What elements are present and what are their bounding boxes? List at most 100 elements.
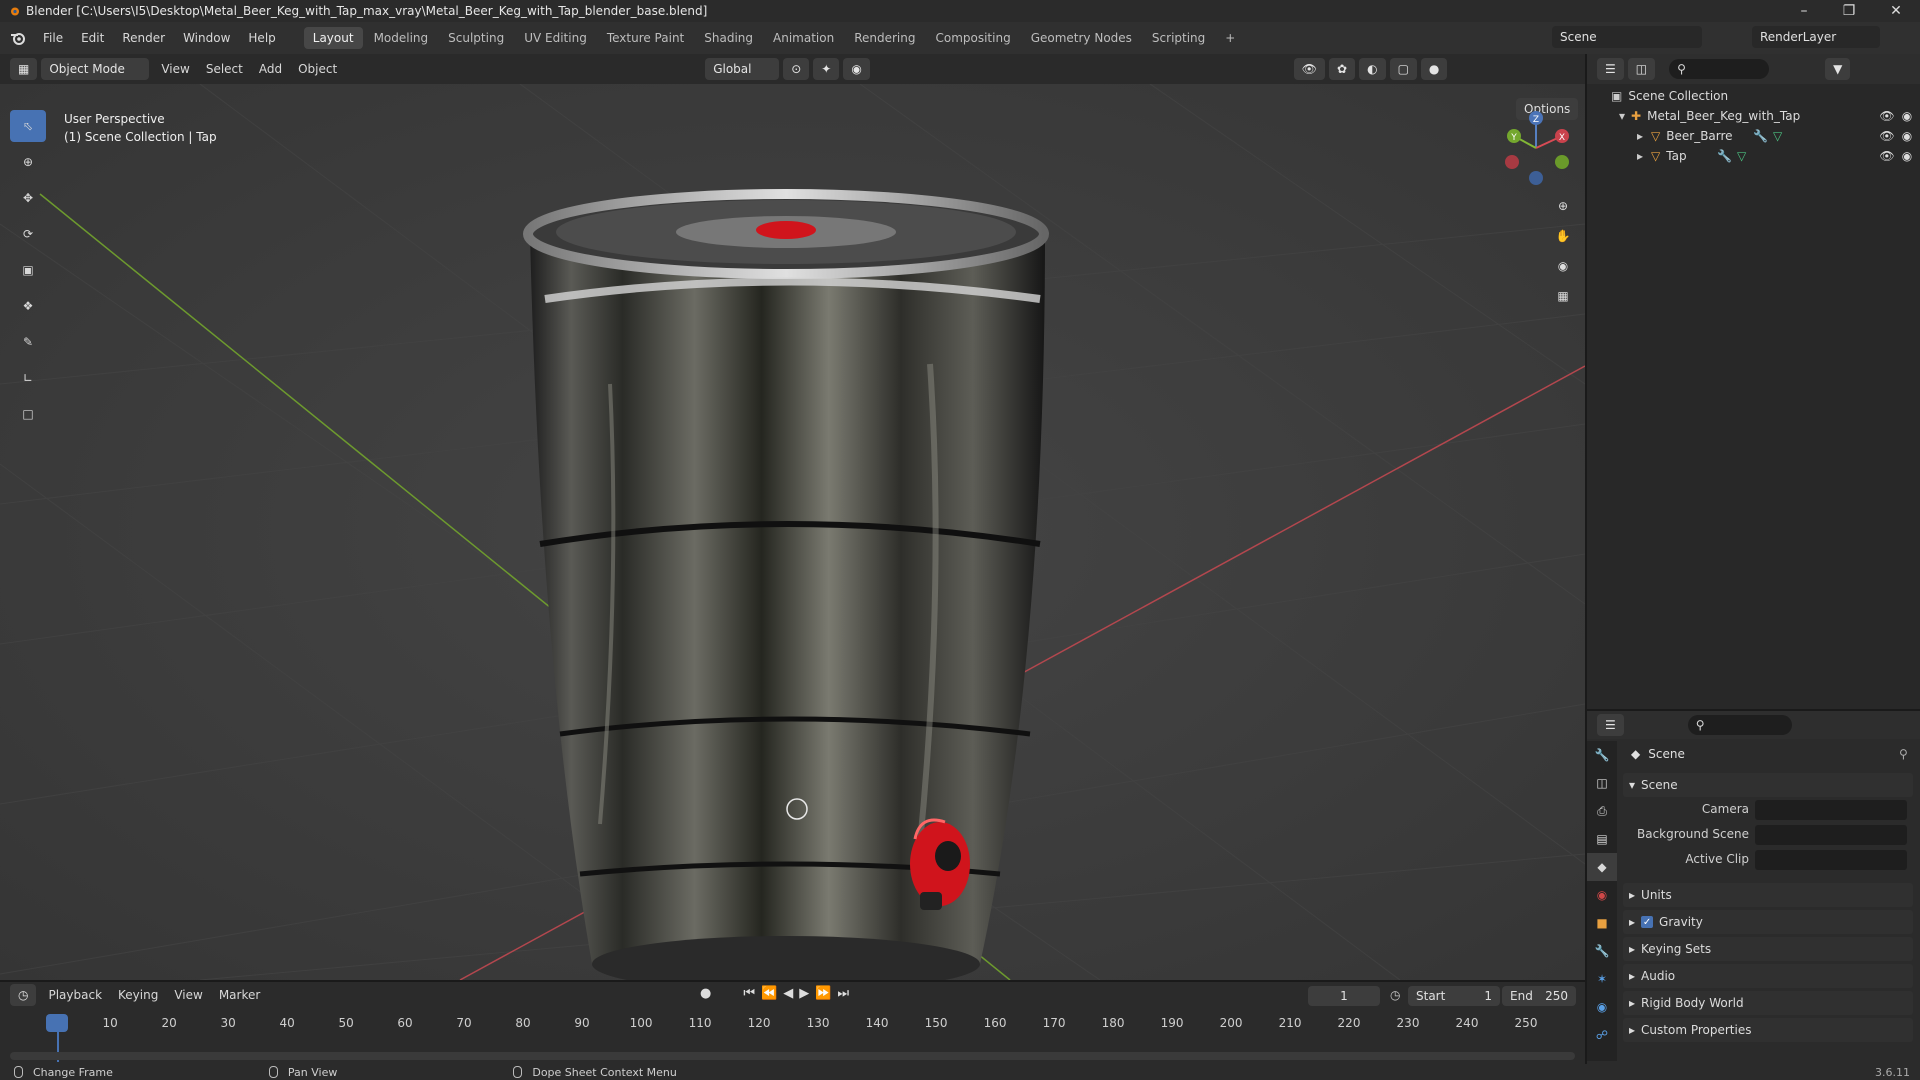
transform-tool-icon[interactable]: ❖ <box>10 290 46 322</box>
pivot-icon[interactable]: ⊙ <box>783 58 810 80</box>
properties-editor-icon[interactable]: ☰ <box>1597 714 1624 736</box>
custom-properties-panel-header[interactable]: ▸ Custom Properties <box>1623 1018 1913 1042</box>
modifier-wrench-icon[interactable]: 🔧 <box>1717 149 1732 163</box>
constraints-tab-icon[interactable]: ☍ <box>1587 1021 1617 1049</box>
next-keyframe-icon[interactable]: ⏩ <box>815 986 831 1001</box>
outliner-row-tap[interactable]: ▸ ▽ Tap 🔧 ▽ 👁 ◉ <box>1587 146 1920 166</box>
camera-view-icon[interactable]: ◉ <box>1549 252 1577 280</box>
outliner-search-input[interactable]: ⚲ <box>1669 59 1770 79</box>
output-tab-icon[interactable]: ⎙ <box>1587 797 1617 825</box>
move-tool-icon[interactable]: ✥ <box>10 182 46 214</box>
prev-keyframe-icon[interactable]: ⏪ <box>761 986 777 1001</box>
view-layer-tab-icon[interactable]: ▤ <box>1587 825 1617 853</box>
shading-solid-icon[interactable]: ● <box>1420 58 1448 80</box>
add-workspace-icon[interactable]: + <box>1216 27 1244 49</box>
scene-selector[interactable]: Scene <box>1552 26 1702 48</box>
physics-tab-icon[interactable]: ◉ <box>1587 993 1617 1021</box>
playhead[interactable] <box>46 1014 68 1032</box>
tab-animation[interactable]: Animation <box>764 27 843 49</box>
menu-window[interactable]: Window <box>174 31 239 45</box>
mesh-data-icon[interactable]: ▽ <box>1773 129 1782 143</box>
camera-icon[interactable]: ◉ <box>1899 108 1915 124</box>
rotate-tool-icon[interactable]: ⟳ <box>10 218 46 250</box>
rigid-body-world-panel-header[interactable]: ▸ Rigid Body World <box>1623 991 1913 1015</box>
mode-dropdown[interactable]: Object Mode <box>41 58 150 80</box>
end-frame-field[interactable]: End 250 <box>1502 986 1576 1006</box>
snap-icon[interactable]: ✦ <box>813 58 840 80</box>
tab-sculpting[interactable]: Sculpting <box>439 27 513 49</box>
scene-panel-header[interactable]: ▾ Scene <box>1623 773 1913 797</box>
keg-model[interactable] <box>523 189 1049 980</box>
jump-end-icon[interactable]: ⏭ <box>837 986 849 1001</box>
timeline-editor-icon[interactable]: ◷ <box>10 984 37 1006</box>
xray-icon[interactable]: ▢ <box>1389 58 1417 80</box>
annotate-tool-icon[interactable]: ✎ <box>10 326 46 358</box>
tab-shading[interactable]: Shading <box>695 27 762 49</box>
clock-icon[interactable]: ◷ <box>1390 988 1400 1002</box>
modifier-tab-icon[interactable]: 🔧 <box>1587 937 1617 965</box>
play-icon[interactable]: ▶ <box>799 986 809 1001</box>
add-cube-tool-icon[interactable]: □ <box>10 398 46 430</box>
pin-icon[interactable]: ⚲ <box>1899 747 1908 761</box>
tab-layout[interactable]: Layout <box>303 27 363 49</box>
minimize-icon[interactable]: – <box>1782 0 1826 22</box>
object-tab-icon[interactable]: ■ <box>1587 909 1617 937</box>
background-scene-field[interactable] <box>1755 825 1907 845</box>
menu-keying[interactable]: Keying <box>110 988 166 1002</box>
particles-tab-icon[interactable]: ✶ <box>1587 965 1617 993</box>
jump-start-icon[interactable]: ⏮ <box>743 986 755 1001</box>
scene-tab-icon[interactable]: ◆ <box>1587 853 1617 881</box>
tab-texture-paint[interactable]: Texture Paint <box>598 27 693 49</box>
keying-sets-panel-header[interactable]: ▸ Keying Sets <box>1623 937 1913 961</box>
tab-geometry-nodes[interactable]: Geometry Nodes <box>1022 27 1141 49</box>
outliner-row-beer-barre[interactable]: ▸ ▽ Beer_Barre 🔧 ▽ 👁 ◉ <box>1587 126 1920 146</box>
filter-icon[interactable]: ▼ <box>1825 58 1851 80</box>
3d-viewport[interactable]: User Perspective (1) Scene Collection | … <box>0 84 1585 980</box>
menu-select[interactable]: Select <box>198 62 251 76</box>
properties-search-input[interactable]: ⚲ <box>1687 715 1792 735</box>
navigation-gizmo[interactable]: Z X Y <box>1498 110 1574 186</box>
camera-icon[interactable]: ◉ <box>1899 148 1915 164</box>
collapse-arrow-icon[interactable]: ▸ <box>1637 149 1643 163</box>
menu-timeline-view[interactable]: View <box>166 988 210 1002</box>
display-mode-icon[interactable]: ◫ <box>1627 58 1656 80</box>
tab-modeling[interactable]: Modeling <box>365 27 438 49</box>
select-box-tool-icon[interactable]: ⬁ <box>10 110 46 142</box>
render-tab-icon[interactable]: ◫ <box>1587 769 1617 797</box>
scale-tool-icon[interactable]: ▣ <box>10 254 46 286</box>
current-frame-field[interactable]: 1 <box>1308 986 1380 1006</box>
tab-scripting[interactable]: Scripting <box>1143 27 1214 49</box>
menu-edit[interactable]: Edit <box>72 31 113 45</box>
overlays-icon[interactable]: ◐ <box>1359 58 1386 80</box>
gizmo-toggle-icon[interactable]: ✿ <box>1329 58 1356 80</box>
expand-arrow-icon[interactable]: ▾ <box>1619 109 1625 123</box>
zoom-icon[interactable]: ⊕ <box>1549 192 1577 220</box>
close-icon[interactable]: ✕ <box>1874 0 1918 22</box>
start-frame-field[interactable]: Start 1 <box>1408 986 1500 1006</box>
menu-object[interactable]: Object <box>290 62 345 76</box>
collapse-arrow-icon[interactable]: ▸ <box>1637 129 1643 143</box>
world-tab-icon[interactable]: ◉ <box>1587 881 1617 909</box>
menu-help[interactable]: Help <box>239 31 284 45</box>
gravity-panel-header[interactable]: ▸ ✓ Gravity <box>1623 910 1913 934</box>
menu-playback[interactable]: Playback <box>40 988 110 1002</box>
outliner-editor-icon[interactable]: ☰ <box>1597 58 1624 80</box>
menu-file[interactable]: File <box>34 31 72 45</box>
eye-icon[interactable]: 👁 <box>1879 148 1895 164</box>
outliner-row-scene-collection[interactable]: ▣ Scene Collection <box>1587 86 1920 106</box>
render-layer-selector[interactable]: RenderLayer <box>1752 26 1880 48</box>
active-clip-field[interactable] <box>1755 850 1907 870</box>
eye-icon[interactable]: 👁 <box>1879 128 1895 144</box>
timeline-scrollbar[interactable] <box>10 1052 1575 1060</box>
menu-add[interactable]: Add <box>251 62 290 76</box>
measure-tool-icon[interactable]: ∟ <box>10 362 46 394</box>
blender-menu-icon[interactable] <box>10 31 26 45</box>
menu-view[interactable]: View <box>153 62 197 76</box>
modifier-wrench-icon[interactable]: 🔧 <box>1753 129 1768 143</box>
record-icon[interactable]: ● <box>700 986 711 1001</box>
restore-icon[interactable]: ❐ <box>1827 0 1871 22</box>
pan-hand-icon[interactable]: ✋ <box>1549 222 1577 250</box>
camera-icon[interactable]: ◉ <box>1899 128 1915 144</box>
menu-render[interactable]: Render <box>113 31 174 45</box>
orientation-dropdown[interactable]: Global <box>705 58 780 80</box>
